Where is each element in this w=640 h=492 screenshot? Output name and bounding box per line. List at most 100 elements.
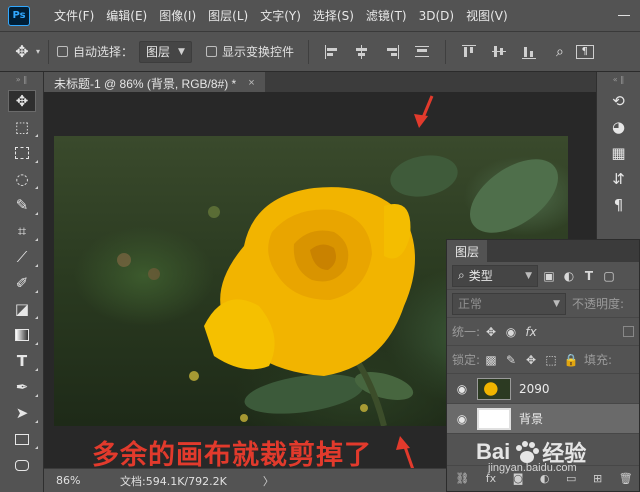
arrow-top: [414, 95, 434, 128]
panel-grip[interactable]: « ‖: [597, 72, 640, 88]
lock-row: 锁定: ▩ ✎ ✥ ⬚ 🔒 填充:: [447, 346, 639, 374]
blend-mode-dropdown[interactable]: 正常 ▼: [452, 292, 566, 315]
document-tab[interactable]: 未标题-1 @ 86% (背景, RGB/8#) * ×: [44, 72, 265, 92]
auto-select-dropdown[interactable]: 图层 ▼: [139, 40, 192, 63]
search-icon: ⌕: [458, 268, 465, 282]
menu-view[interactable]: 视图(V): [460, 7, 514, 24]
show-transform-checkbox[interactable]: [205, 46, 217, 57]
arrow-bottom: [396, 436, 415, 468]
align-left-icon[interactable]: [324, 44, 340, 60]
paragraph-icon[interactable]: ¶: [597, 192, 640, 218]
close-icon[interactable]: ×: [248, 77, 254, 89]
tools-panel: » ‖ ✥ ⬚ ◌ ✎ ⌗ ⟋ ✐ ◪ T ✒ ➤: [0, 72, 44, 492]
lasso-tool[interactable]: ◌: [0, 166, 44, 192]
pen-icon: ✒: [15, 378, 29, 396]
new-layer-icon[interactable]: ⊞: [593, 472, 602, 485]
chevron-right-icon[interactable]: 〉: [263, 473, 274, 489]
color-palette-icon[interactable]: ◕: [597, 114, 640, 140]
divider: [444, 39, 446, 64]
layer-row-2090[interactable]: ◉ 2090: [447, 374, 639, 404]
layers-tab[interactable]: 图层: [447, 240, 488, 262]
document-tab-title: 未标题-1 @ 86% (背景, RGB/8#) *: [54, 76, 237, 91]
align-right-icon[interactable]: [384, 44, 400, 60]
move-tool[interactable]: ✥: [0, 88, 44, 114]
path-select-tool[interactable]: ➤: [0, 400, 44, 426]
lock-artboard-icon[interactable]: ⬚: [542, 353, 560, 367]
type-tool[interactable]: T: [0, 348, 44, 374]
photoshop-logo: Ps: [8, 5, 30, 26]
move-icon: ✥: [8, 90, 36, 112]
minimize-icon[interactable]: [608, 0, 640, 32]
layer-row-background[interactable]: ◉ 背景: [447, 404, 639, 434]
menu-layer[interactable]: 图层(L): [202, 7, 254, 24]
rectangle-shape-icon: [8, 428, 36, 450]
history-icon[interactable]: ⟲: [597, 88, 640, 114]
opacity-label: 不透明度:: [572, 297, 625, 311]
rect-marquee-icon: [8, 142, 36, 164]
show-transform-label: 显示变换控件: [221, 45, 294, 59]
properties-icon[interactable]: ⇵: [597, 166, 640, 192]
shape-tool[interactable]: [0, 426, 44, 452]
blend-mode-value: 正常: [458, 297, 483, 311]
align-top-icon[interactable]: [461, 44, 477, 60]
auto-select-checkbox[interactable]: [57, 46, 69, 57]
trash-icon[interactable]: 🗑: [619, 472, 633, 485]
layer-filter-dropdown[interactable]: ⌕ 类型 ▼: [452, 264, 538, 287]
unify-position-icon[interactable]: ✥: [482, 325, 500, 339]
menu-filter[interactable]: 滤镜(T): [360, 7, 413, 24]
workspace-icon[interactable]: ¶: [575, 44, 594, 59]
propagate-checkbox[interactable]: [623, 326, 634, 337]
layer-filter-row: ⌕ 类型 ▼ ▣ ◐ T ▢: [447, 262, 639, 290]
align-center-h-icon[interactable]: [354, 44, 370, 60]
rounded-rect-icon: [8, 454, 36, 476]
unify-style-icon[interactable]: fx: [522, 325, 540, 339]
unify-label: 统一:: [452, 325, 481, 339]
lock-transparent-icon[interactable]: ▩: [482, 353, 500, 367]
document-info: 文档:594.1K/792.2K: [120, 474, 227, 488]
lock-image-icon[interactable]: ✎: [502, 353, 520, 367]
visibility-eye-icon[interactable]: ◉: [447, 382, 477, 396]
layer-name[interactable]: 背景: [519, 410, 543, 427]
lock-all-icon[interactable]: 🔒: [562, 353, 580, 367]
align-distribute-icon[interactable]: [414, 44, 430, 60]
artboard-tool[interactable]: ⬚: [0, 114, 44, 140]
search-icon[interactable]: ⌕: [556, 44, 564, 60]
layer-name[interactable]: 2090: [519, 382, 550, 396]
filter-shape-icon[interactable]: ▢: [600, 269, 618, 283]
menu-file[interactable]: 文件(F): [48, 7, 100, 24]
chevron-down-icon[interactable]: ▾: [36, 47, 40, 56]
align-bottom-icon[interactable]: [521, 44, 537, 60]
align-middle-v-icon[interactable]: [491, 44, 507, 60]
menu-edit[interactable]: 编辑(E): [100, 7, 153, 24]
lock-position-icon[interactable]: ✥: [522, 353, 540, 367]
swatches-icon[interactable]: ▦: [597, 140, 640, 166]
menu-image[interactable]: 图像(I): [153, 7, 202, 24]
pen-tool[interactable]: ✒: [0, 374, 44, 400]
layers-panel-header: 图层: [447, 240, 639, 262]
brush-tool[interactable]: ✐: [0, 270, 44, 296]
panel-grip[interactable]: » ‖: [0, 72, 43, 88]
unify-row: 统一: ✥ ◉ fx: [447, 318, 639, 346]
menu-3d[interactable]: 3D(D): [413, 9, 460, 23]
menu-type[interactable]: 文字(Y): [254, 7, 307, 24]
divider: [48, 39, 50, 64]
zoom-level[interactable]: 86%: [44, 474, 90, 487]
unify-visibility-icon[interactable]: ◉: [502, 325, 520, 339]
eraser-tool[interactable]: ◪: [0, 296, 44, 322]
hand-tool[interactable]: [0, 452, 44, 478]
filter-pixel-icon[interactable]: ▣: [540, 269, 558, 283]
menu-select[interactable]: 选择(S): [307, 7, 360, 24]
crop-icon: ⌗: [17, 222, 27, 240]
gradient-tool[interactable]: [0, 322, 44, 348]
layer-filter-value: 类型: [468, 269, 493, 283]
marquee-tool[interactable]: [0, 140, 44, 166]
link-icon[interactable]: ⛓: [455, 472, 469, 485]
filter-adjustment-icon[interactable]: ◐: [560, 269, 578, 283]
options-bar: ✥ ▾ 自动选择： 图层 ▼ 显示变换控件 ⌕ ¶: [0, 32, 640, 72]
visibility-eye-icon[interactable]: ◉: [447, 412, 477, 426]
layer-thumbnail: [477, 377, 511, 400]
crop-tool[interactable]: ⌗: [0, 218, 44, 244]
quick-select-tool[interactable]: ✎: [0, 192, 44, 218]
eyedropper-tool[interactable]: ⟋: [0, 244, 44, 270]
filter-type-icon[interactable]: T: [580, 269, 598, 283]
